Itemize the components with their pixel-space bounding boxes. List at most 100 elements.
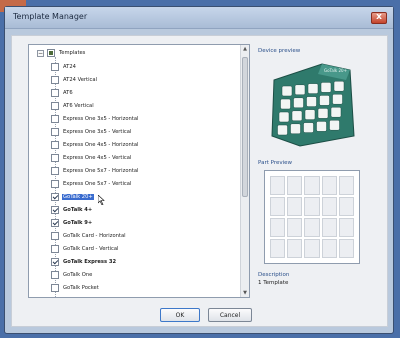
part-preview-grid (270, 176, 354, 258)
part-cell (287, 239, 303, 258)
template-item[interactable]: GoTalk Card - Vertical (51, 243, 120, 255)
cancel-button[interactable]: Cancel (208, 308, 252, 322)
device-key (303, 122, 314, 133)
description-label: Description (258, 272, 290, 278)
part-cell (338, 176, 354, 195)
part-cell (321, 197, 337, 216)
template-checkbox[interactable] (51, 76, 59, 84)
part-cell (270, 239, 286, 258)
template-item[interactable]: Express One 4x5 - Horizontal (51, 139, 139, 151)
template-checkbox[interactable] (51, 219, 59, 227)
template-item[interactable]: GoTalk Pocket (51, 282, 100, 294)
close-button[interactable]: x (371, 12, 387, 24)
template-label: GoTalk Card - Horizontal (63, 233, 126, 239)
description-value: 1 Template (258, 280, 289, 286)
template-item[interactable]: GoTalk 9+ (51, 217, 93, 229)
tree-root-label: Templates (59, 50, 86, 56)
device-key (329, 119, 340, 131)
template-label: GoTalk Pocket (63, 285, 99, 291)
scroll-down-icon[interactable]: ▼ (242, 290, 248, 296)
part-cell (338, 239, 354, 258)
template-item[interactable]: AT6 Vertical (51, 100, 95, 112)
tree-scrollbar[interactable]: ▲ ▼ (240, 45, 249, 297)
template-checkbox[interactable] (51, 271, 59, 279)
scroll-up-icon[interactable]: ▲ (242, 46, 248, 52)
collapse-icon[interactable]: − (37, 49, 44, 57)
part-cell (304, 239, 320, 258)
template-checkbox[interactable] (51, 193, 59, 201)
part-preview-label: Part Preview (258, 160, 293, 166)
template-checkbox[interactable] (51, 154, 59, 162)
template-item[interactable]: Express One 5x7 - Horizontal (51, 165, 139, 177)
template-tree[interactable]: − Templates ▲ ▼ AT24 AT24 Vertical AT6 AT6 … (28, 44, 250, 298)
device-key (317, 108, 329, 119)
template-checkbox[interactable] (51, 258, 59, 266)
template-checkbox[interactable] (51, 102, 59, 110)
ok-button[interactable]: OK (160, 308, 200, 322)
device-key (291, 110, 303, 122)
part-cell (338, 197, 354, 216)
template-label: Express One 4x5 - Vertical (63, 155, 132, 161)
device-key (294, 84, 306, 96)
template-checkbox[interactable] (51, 141, 59, 149)
template-checkbox[interactable] (51, 89, 59, 97)
template-label: GoTalk 20+ (62, 194, 94, 200)
part-cell (304, 197, 320, 216)
device-key (320, 82, 332, 93)
template-checkbox[interactable] (51, 63, 59, 71)
template-item[interactable]: Express One 3x5 - Vertical (51, 126, 132, 138)
device-key (316, 121, 327, 132)
template-checkbox[interactable] (51, 206, 59, 214)
template-checkbox[interactable] (51, 245, 59, 253)
device-key (281, 85, 293, 97)
template-checkbox[interactable] (51, 284, 59, 292)
template-item[interactable]: GoTalk One (51, 269, 93, 281)
device-preview-label: Device preview (258, 48, 301, 54)
template-item[interactable]: GoTalk 4+ (51, 204, 93, 216)
template-label: GoTalk One (63, 272, 93, 278)
device-key (293, 97, 304, 109)
template-label: AT24 Vertical (63, 77, 97, 83)
template-item[interactable]: Express One 3x5 - Horizontal (51, 113, 139, 125)
device-key (332, 93, 343, 105)
template-label: AT6 Vertical (63, 103, 94, 109)
template-label: Express One 3x5 - Vertical (63, 129, 132, 135)
root-checkbox[interactable] (47, 49, 55, 57)
tree-root[interactable]: − Templates (37, 47, 86, 59)
window-title: Template Manager (13, 12, 88, 21)
template-label: GoTalk Express 32 (63, 259, 117, 265)
template-checkbox[interactable] (51, 232, 59, 240)
template-checkbox[interactable] (51, 180, 59, 188)
template-label: Express One 3x5 - Horizontal (63, 116, 139, 122)
template-label: Express One 5x7 - Horizontal (63, 168, 139, 174)
device-key (290, 123, 301, 135)
part-cell (287, 197, 303, 216)
template-item[interactable]: AT24 Vertical (51, 74, 98, 86)
template-checkbox[interactable] (51, 128, 59, 136)
part-cell (304, 176, 320, 195)
part-cell (321, 239, 337, 258)
template-item[interactable]: GoTalk Card - Horizontal (51, 230, 127, 242)
template-item[interactable]: GoTalk 20+ (51, 191, 94, 203)
part-cell (287, 218, 303, 237)
template-item[interactable]: GoTalk Express 32 (51, 256, 117, 268)
template-checkbox[interactable] (51, 167, 59, 175)
template-label: Express One 5x7 - Vertical (63, 181, 132, 187)
template-label: GoTalk 9+ (63, 220, 93, 226)
template-item[interactable]: AT24 (51, 61, 77, 73)
title-bar[interactable]: Template Manager x (5, 7, 393, 29)
scroll-thumb[interactable] (242, 57, 248, 197)
template-checkbox[interactable] (51, 115, 59, 123)
template-label: GoTalk 4+ (63, 207, 93, 213)
device-brand-text: GoTalk 20+ (324, 68, 347, 73)
device-key (304, 109, 316, 120)
device-key (277, 124, 288, 136)
dialog-body: − Templates ▲ ▼ AT24 AT24 Vertical AT6 AT6 … (11, 35, 388, 327)
template-item[interactable]: Express One 4x5 - Vertical (51, 152, 132, 164)
template-item[interactable]: AT6 (51, 87, 74, 99)
part-cell (338, 218, 354, 237)
part-cell (321, 218, 337, 237)
close-icon: x (376, 12, 382, 22)
template-item[interactable]: Express One 5x7 - Vertical (51, 178, 132, 190)
template-label: AT6 (63, 90, 73, 96)
